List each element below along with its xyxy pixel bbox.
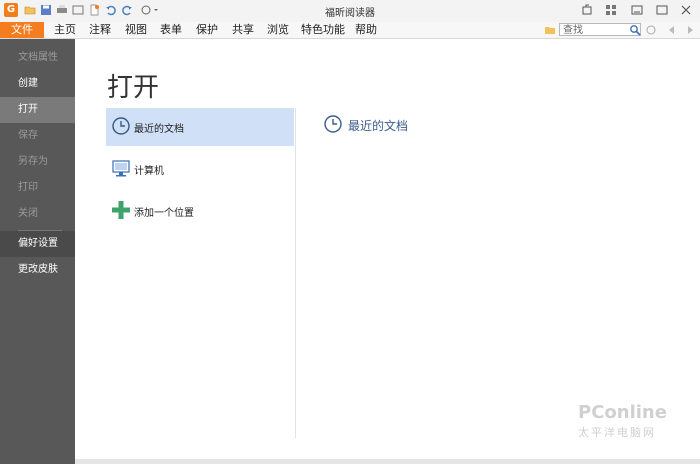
grid-icon[interactable] xyxy=(604,3,618,17)
sidebar-item-save[interactable]: 保存 xyxy=(0,123,75,149)
sidebar-item-create[interactable]: 创建 xyxy=(0,71,75,97)
next-icon[interactable] xyxy=(685,25,695,35)
backstage-sidebar: 文档属性 创建 打开 保存 另存为 打印 关闭 偏好设置 更改皮肤 xyxy=(0,39,75,464)
location-add-label: 添加一个位置 xyxy=(134,208,194,219)
sidebar-item-properties[interactable]: 文档属性 xyxy=(0,45,75,71)
clock-icon xyxy=(112,117,130,135)
menu-help[interactable]: 帮助 xyxy=(351,22,381,38)
menu-share[interactable]: 共享 xyxy=(228,22,258,38)
file-tab[interactable]: 文件 xyxy=(0,22,44,38)
ribbon-menu: 文件 主页 注释 视图 表单 保护 共享 浏览 特色功能 帮助 查找 xyxy=(0,22,700,39)
main-content: 打开 最近的文档 计算机 添加一个位置 最近的文档 xyxy=(75,39,700,459)
title-bar: G 福昕阅读器 xyxy=(0,0,700,23)
menu-home[interactable]: 主页 xyxy=(50,22,80,38)
menu-view[interactable]: 视图 xyxy=(121,22,151,38)
sidebar-item-close[interactable]: 关闭 xyxy=(0,201,75,227)
menu-comment[interactable]: 注释 xyxy=(85,22,115,38)
sidebar-item-print[interactable]: 打印 xyxy=(0,175,75,201)
sidebar-item-save-as[interactable]: 另存为 xyxy=(0,149,75,175)
sidebar-item-skin[interactable]: 更改皮肤 xyxy=(0,257,75,283)
menu-form[interactable]: 表单 xyxy=(156,22,186,38)
page-title: 打开 xyxy=(107,73,160,103)
maximize-icon[interactable] xyxy=(655,3,669,17)
prev-icon[interactable] xyxy=(667,25,677,35)
menu-features[interactable]: 特色功能 xyxy=(297,22,349,38)
find-settings-icon[interactable] xyxy=(544,24,556,36)
clock-icon xyxy=(324,115,342,133)
menu-protect[interactable]: 保护 xyxy=(192,22,222,38)
location-recent[interactable]: 最近的文档 xyxy=(106,108,294,146)
watermark-subtitle: 太平洋电脑网 xyxy=(578,426,656,439)
plus-icon xyxy=(112,201,130,219)
window-title: 福昕阅读器 xyxy=(325,8,375,19)
computer-icon xyxy=(112,160,130,177)
watermark-logo: PConline xyxy=(578,402,667,423)
sidebar-item-open[interactable]: 打开 xyxy=(0,97,75,123)
close-icon[interactable] xyxy=(679,3,693,17)
bottom-strip xyxy=(75,459,700,464)
location-computer[interactable]: 计算机 xyxy=(106,150,294,188)
menu-browse[interactable]: 浏览 xyxy=(263,22,293,38)
restore-icon[interactable] xyxy=(580,3,594,17)
sidebar-item-preferences[interactable]: 偏好设置 xyxy=(0,231,75,257)
options-icon[interactable] xyxy=(645,24,657,36)
recent-documents-heading: 最近的文档 xyxy=(348,119,409,133)
location-list: 最近的文档 计算机 添加一个位置 xyxy=(106,108,296,438)
location-recent-label: 最近的文档 xyxy=(134,124,184,135)
minimize-icon[interactable] xyxy=(630,3,644,17)
location-add[interactable]: 添加一个位置 xyxy=(106,192,294,230)
search-icon[interactable] xyxy=(629,24,641,36)
location-computer-label: 计算机 xyxy=(134,166,164,177)
